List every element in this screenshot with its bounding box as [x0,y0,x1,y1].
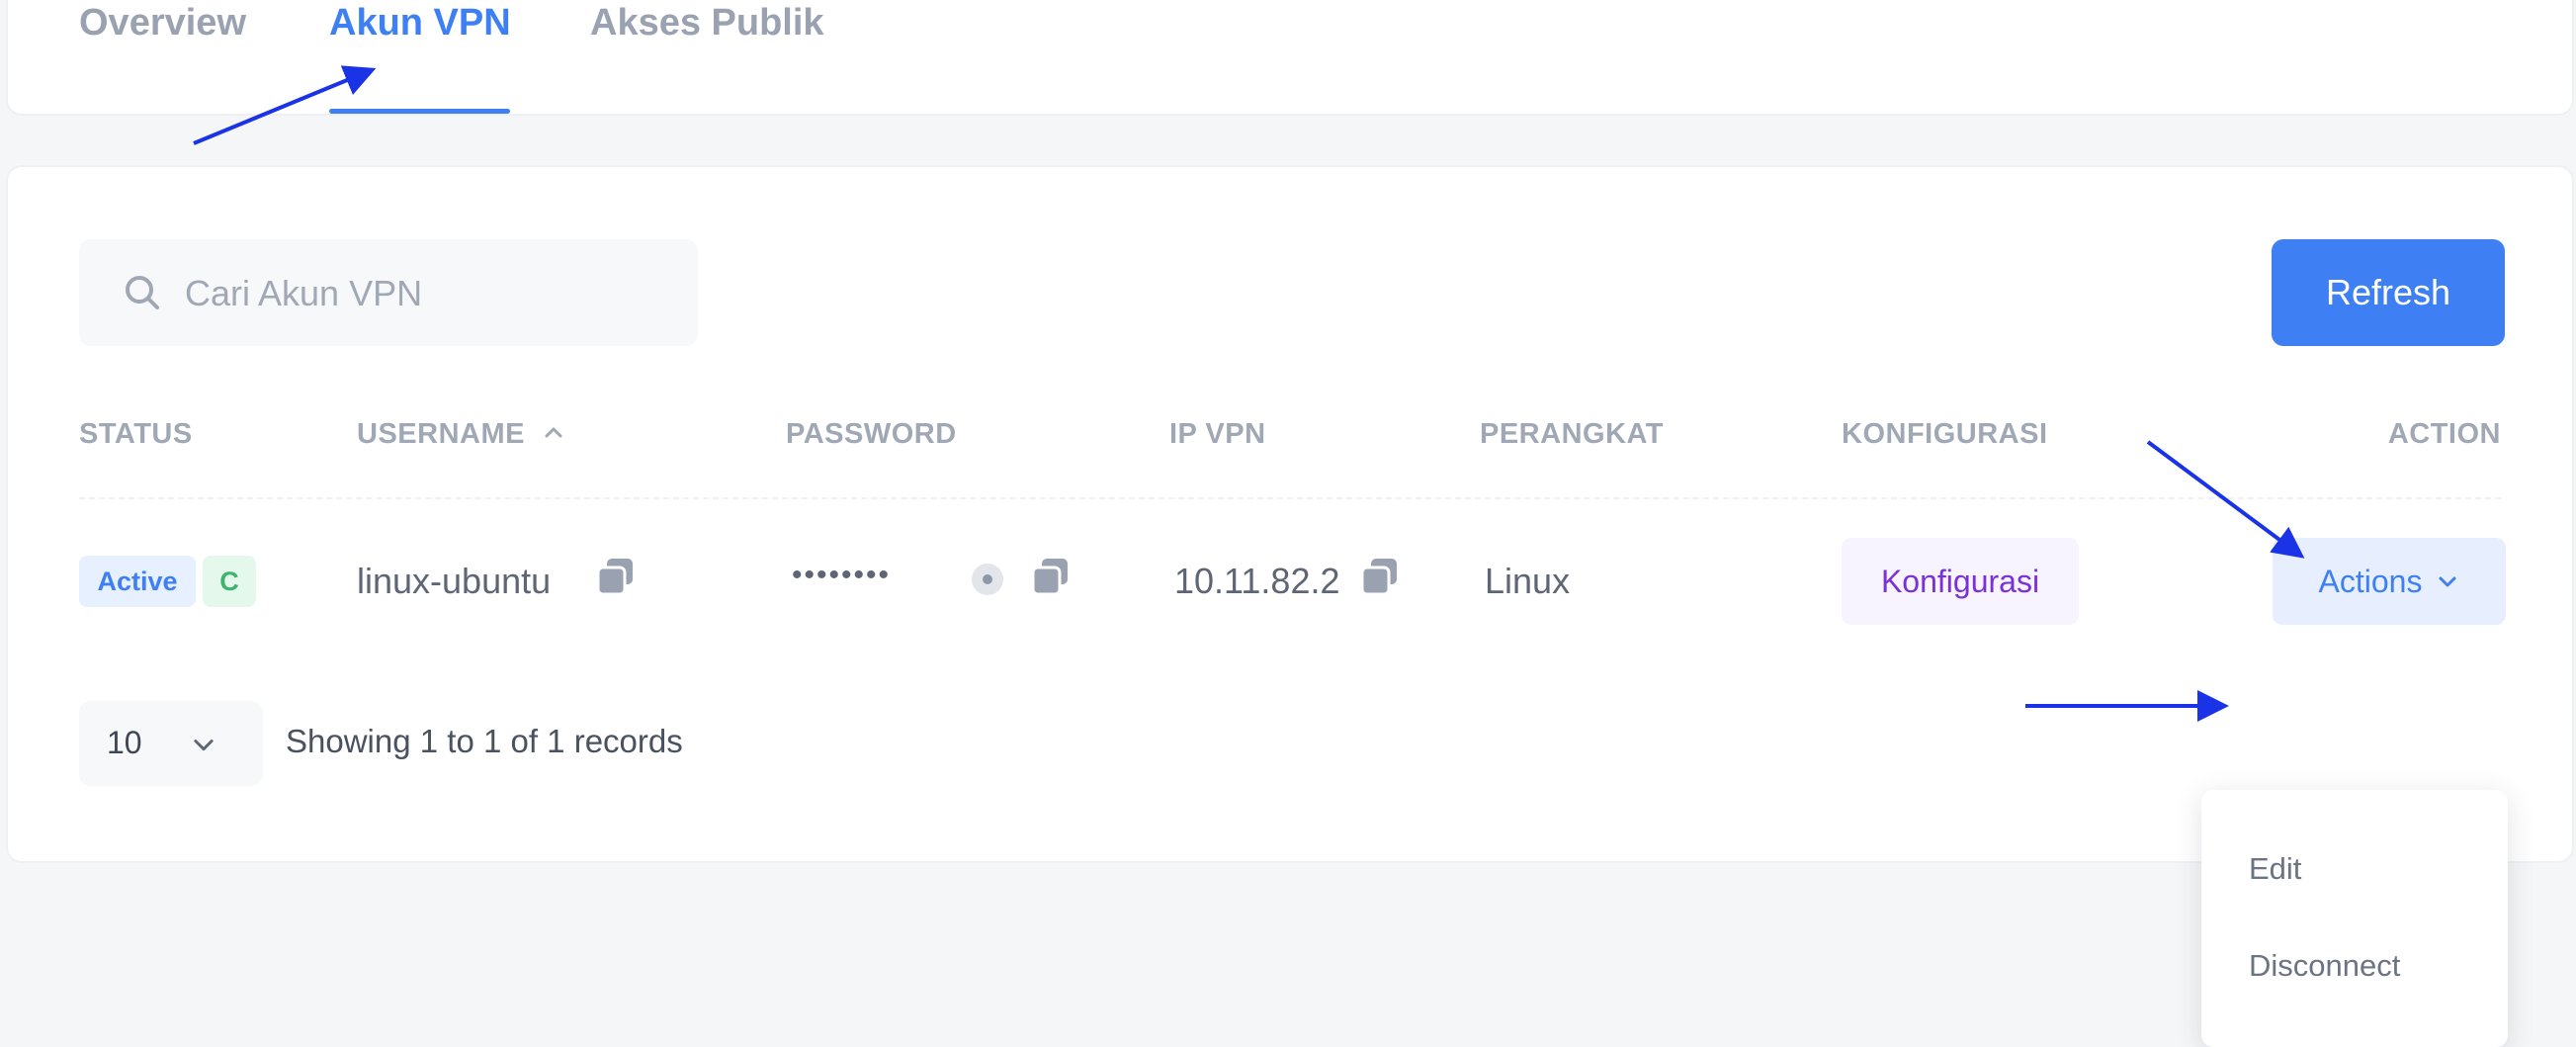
annotation-arrows [193,65,2305,722]
arrow-to-actions [2146,440,2305,559]
arrow-to-tab [193,65,377,145]
menu-item-disconnect[interactable]: Disconnect [2249,948,2400,984]
